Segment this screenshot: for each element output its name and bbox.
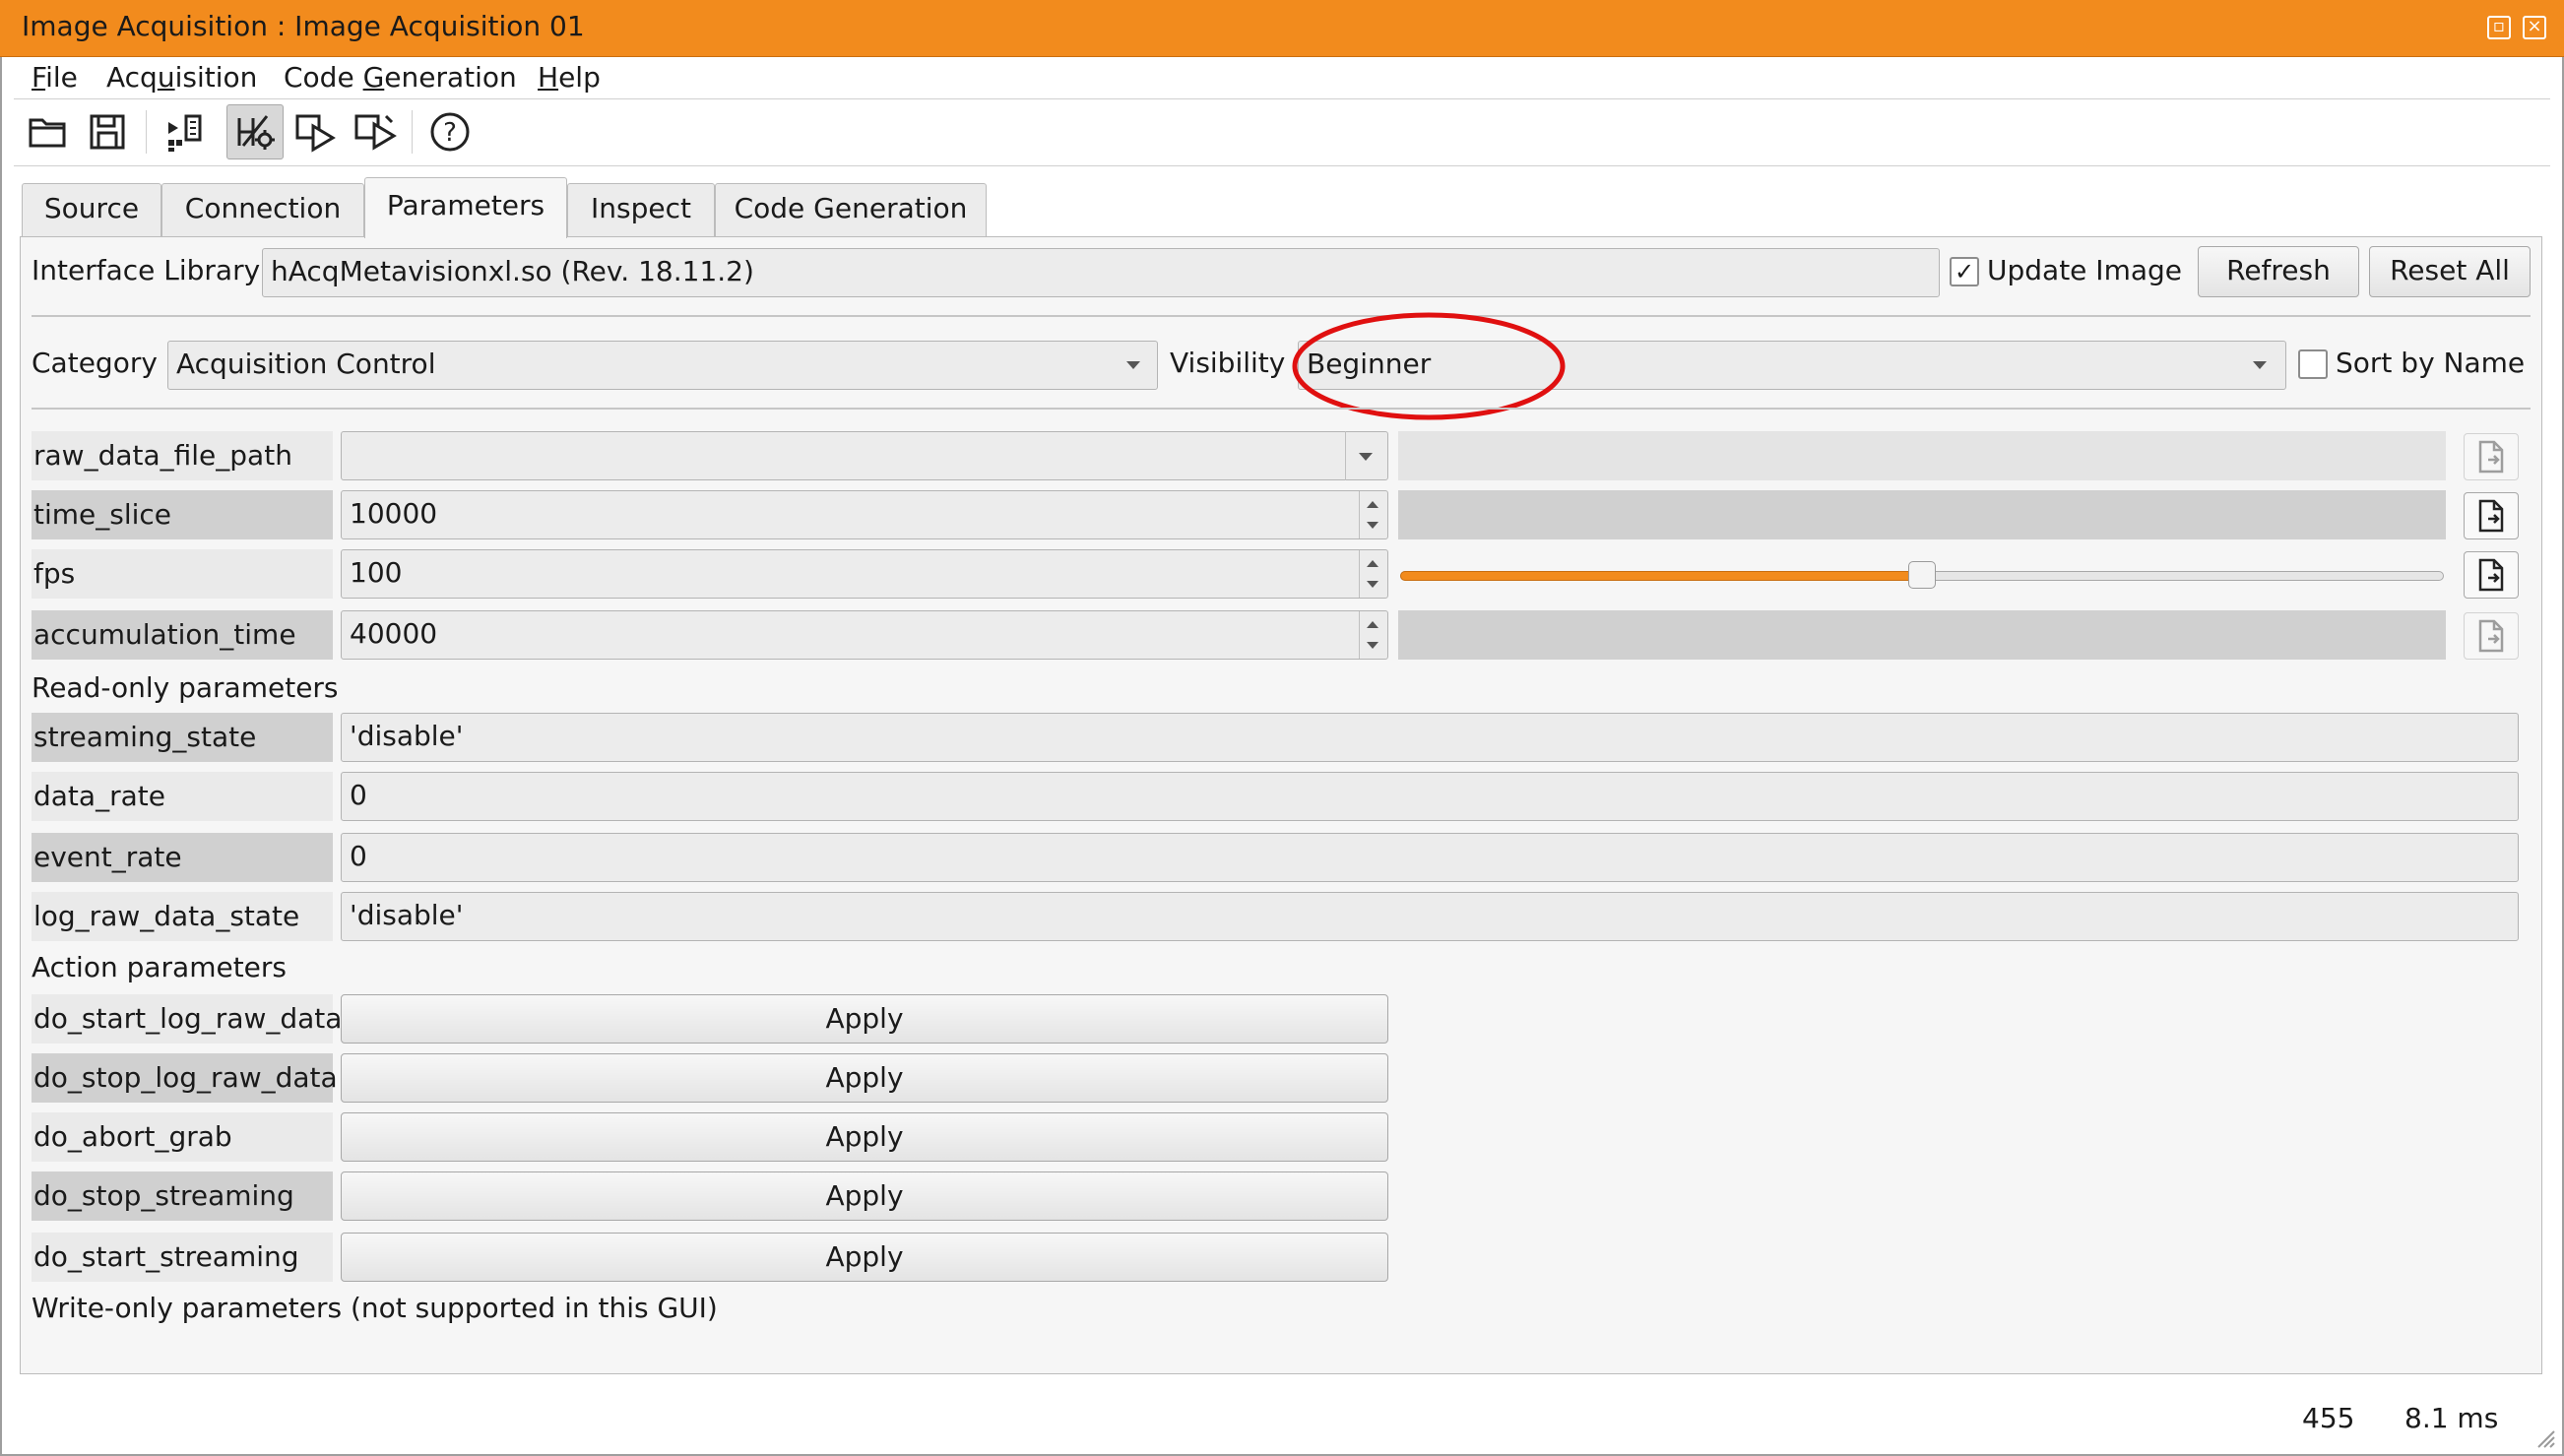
apply-button[interactable]: Apply [341, 1053, 1388, 1103]
spin-buttons[interactable] [1359, 491, 1386, 538]
snap-image-icon[interactable] [288, 104, 345, 159]
refresh-button[interactable]: Refresh [2198, 246, 2359, 297]
param-label: time_slice [32, 490, 333, 539]
raw-data-file-path-combo[interactable] [341, 431, 1388, 480]
param-label: log_raw_data_state [32, 892, 333, 941]
close-icon[interactable]: × [2523, 16, 2546, 39]
fps-spinbox[interactable]: 100 [341, 549, 1388, 599]
tab-parameters[interactable]: Parameters [364, 177, 567, 238]
chevron-down-icon [2253, 361, 2267, 369]
chevron-down-icon [1359, 453, 1373, 461]
chevron-down-icon [1126, 361, 1140, 369]
file-select-icon[interactable] [2464, 551, 2519, 599]
writeonly-note: Write-only parameters (not supported in … [32, 1292, 718, 1324]
param-label: raw_data_file_path [32, 431, 333, 480]
param-label: event_rate [32, 833, 333, 882]
param-extra-area [1398, 490, 2446, 539]
fps-slider-fill [1400, 571, 1922, 581]
menu-code-generation[interactable]: Code Generation [284, 61, 517, 94]
readonly-value: 0 [341, 833, 2519, 882]
divider [32, 408, 2531, 410]
apply-button[interactable]: Apply [341, 1171, 1388, 1221]
combo-divider [1345, 431, 1346, 480]
apply-button[interactable]: Apply [341, 1233, 1388, 1282]
param-extra-area [1398, 431, 2446, 480]
file-select-icon [2464, 612, 2519, 660]
file-select-icon[interactable] [2464, 492, 2519, 539]
save-disk-icon[interactable] [79, 104, 136, 159]
title-bar: Image Acquisition : Image Acquisition 01… [0, 0, 2564, 57]
fps-slider-handle[interactable] [1908, 561, 1936, 589]
toolbar-separator [146, 110, 147, 154]
sort-by-name-label: Sort by Name [2336, 347, 2526, 379]
menu-separator [14, 98, 2550, 99]
interface-library-field: hAcqMetavisionxl.so (Rev. 18.11.2) [262, 248, 1940, 297]
param-label: do_start_streaming [32, 1233, 333, 1282]
param-extra-area [1398, 610, 2446, 660]
interface-library-label: Interface Library [32, 254, 261, 286]
accumulation-time-spinbox[interactable]: 40000 [341, 610, 1388, 660]
apply-button[interactable]: Apply [341, 994, 1388, 1044]
param-label: streaming_state [32, 713, 333, 762]
tab-source[interactable]: Source [22, 183, 161, 236]
status-time: 8.1 ms [2404, 1402, 2499, 1434]
action-section-label: Action parameters [32, 951, 287, 983]
param-label: data_rate [32, 772, 333, 821]
tab-inspect[interactable]: Inspect [567, 183, 715, 236]
acquisition-settings-icon[interactable] [226, 104, 284, 159]
menu-help[interactable]: Help [538, 61, 601, 94]
visibility-label: Visibility [1170, 347, 1286, 379]
apply-button[interactable]: Apply [341, 1112, 1388, 1162]
param-label: do_abort_grab [32, 1112, 333, 1162]
param-label: do_stop_streaming [32, 1171, 333, 1221]
restore-icon[interactable]: ▫ [2487, 16, 2511, 39]
param-label: accumulation_time [32, 610, 333, 660]
highlight-circle [1292, 312, 1566, 420]
param-label: do_start_log_raw_data [32, 994, 342, 1044]
detect-devices-icon[interactable] [156, 104, 213, 159]
menu-acquisition[interactable]: Acquisition [106, 61, 257, 94]
readonly-value: 'disable' [341, 892, 2519, 941]
readonly-value: 0 [341, 772, 2519, 821]
toolbar-separator-line [14, 165, 2550, 166]
live-image-icon[interactable] [347, 104, 404, 159]
window-title: Image Acquisition : Image Acquisition 01 [22, 10, 585, 42]
svg-text:?: ? [443, 118, 457, 148]
status-count: 455 [2302, 1402, 2355, 1434]
toolbar-separator [412, 110, 413, 154]
category-select[interactable]: Acquisition Control [167, 341, 1158, 390]
spin-buttons[interactable] [1359, 550, 1386, 598]
open-folder-icon[interactable] [20, 104, 77, 159]
spin-buttons[interactable] [1359, 611, 1386, 659]
readonly-section-label: Read-only parameters [32, 671, 339, 704]
menu-file[interactable]: File [32, 61, 78, 94]
help-icon[interactable]: ? [421, 104, 479, 159]
divider [32, 315, 2531, 317]
tab-connection[interactable]: Connection [161, 183, 364, 236]
reset-all-button[interactable]: Reset All [2369, 246, 2531, 297]
resize-grip-icon[interactable] [2532, 1425, 2556, 1449]
time-slice-spinbox[interactable]: 10000 [341, 490, 1388, 539]
param-label: fps [32, 549, 333, 599]
update-image-checkbox[interactable]: ✓ [1950, 257, 1979, 286]
tab-code-generation[interactable]: Code Generation [715, 183, 987, 236]
sort-by-name-checkbox[interactable] [2298, 349, 2328, 379]
param-label: do_stop_log_raw_data [32, 1053, 338, 1103]
category-label: Category [32, 347, 158, 379]
readonly-value: 'disable' [341, 713, 2519, 762]
update-image-label: Update Image [1987, 254, 2182, 286]
file-select-icon [2464, 433, 2519, 480]
